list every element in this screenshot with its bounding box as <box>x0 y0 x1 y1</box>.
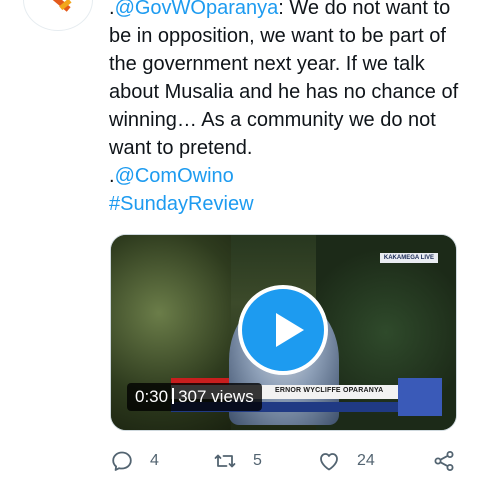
video-duration: 0:30 <box>135 387 169 406</box>
play-button[interactable] <box>238 285 328 375</box>
tweet-actions: 4 5 24 <box>0 446 480 476</box>
retweet-count: 5 <box>253 452 262 469</box>
tweet-body: : We do not want to be in opposition, we… <box>109 0 459 159</box>
like-button[interactable]: 24 <box>317 446 375 476</box>
share-button[interactable] <box>432 446 456 476</box>
reply-count: 4 <box>150 452 159 469</box>
video-duration-badge: 0:30 307 views <box>127 383 262 411</box>
tweet-paragraph-1: .@GovWOparanya: We do not want to be in … <box>109 0 469 162</box>
reply-button[interactable]: 4 <box>110 446 159 476</box>
tweet-text: .@GovWOparanya: We do not want to be in … <box>109 0 469 218</box>
video-player[interactable]: KAKAMEGA LIVE ERNOR WYCLIFFE OPARANYA 0:… <box>110 234 457 431</box>
lower-third-text: ERNOR WYCLIFFE OPARANYA <box>275 387 384 394</box>
channel-tag: KAKAMEGA LIVE <box>379 253 438 263</box>
tweet-paragraph-2: .@ComOwino <box>109 162 469 190</box>
hashtag-sundayreview-link[interactable]: #SundayReview <box>109 193 254 215</box>
reply-icon <box>112 451 132 471</box>
mention-comowino-link[interactable]: @ComOwino <box>115 165 234 187</box>
avatar[interactable] <box>24 0 92 30</box>
sign-language-inset <box>398 378 442 416</box>
mention-govwoparanya-link[interactable]: @GovWOparanya <box>115 0 279 19</box>
duration-separator <box>172 388 175 404</box>
video-views: 307 views <box>178 387 254 406</box>
avatar-logo-icon <box>51 0 72 12</box>
like-count: 24 <box>357 452 375 469</box>
play-icon <box>276 313 304 347</box>
retweet-icon <box>214 454 236 468</box>
tweet-paragraph-3: #SundayReview <box>109 190 469 218</box>
retweet-button[interactable]: 5 <box>213 446 262 476</box>
like-icon <box>320 453 338 471</box>
share-icon <box>434 451 454 471</box>
